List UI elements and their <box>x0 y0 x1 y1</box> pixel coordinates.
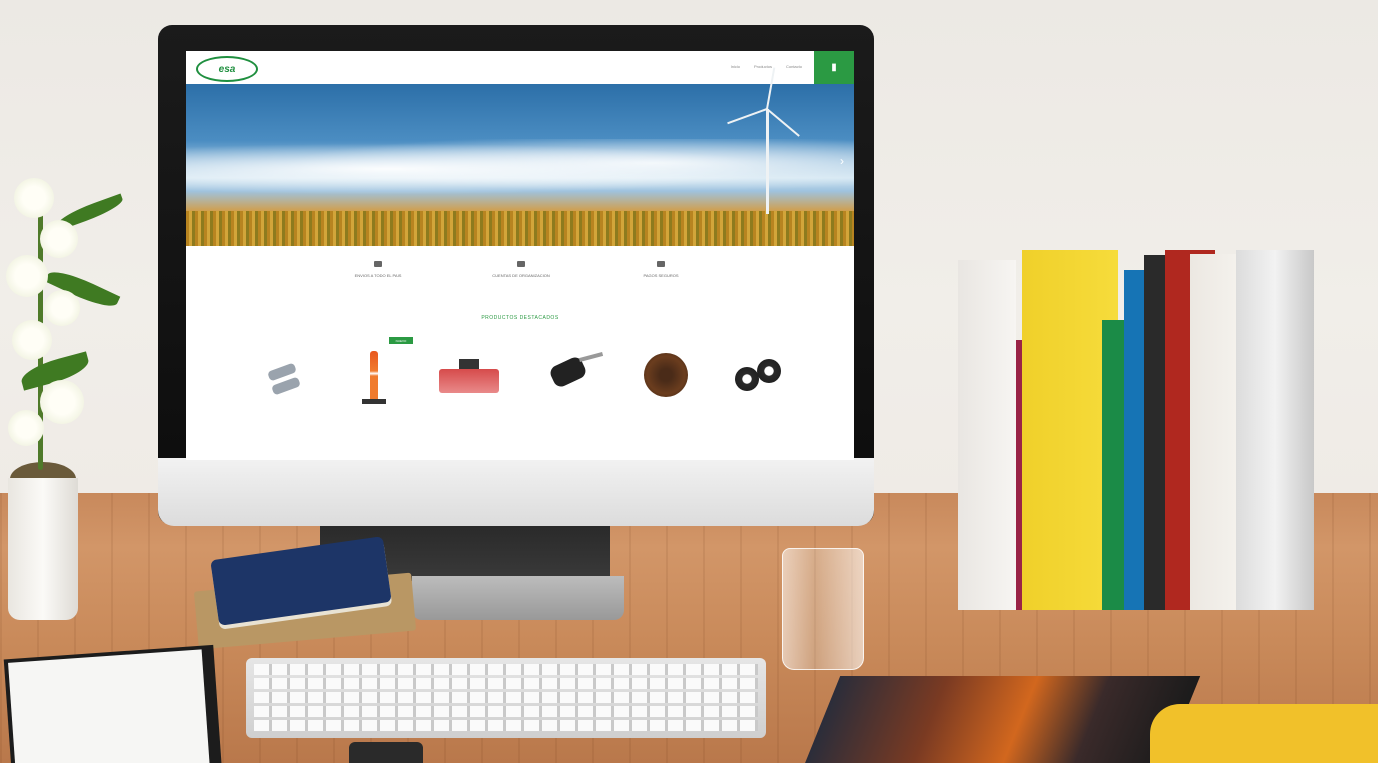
product-image <box>729 347 789 407</box>
cart-button[interactable]: ▮ <box>814 51 854 84</box>
keyboard-keys <box>254 664 758 732</box>
orchid-flower <box>6 255 48 297</box>
site-logo[interactable]: esa <box>196 56 258 82</box>
feature-title: PAGOS SEGUROS <box>643 273 679 278</box>
water-glass <box>782 548 864 670</box>
orchid-flower <box>12 320 52 360</box>
site-navbar: esa Inicio Productos Contacto ▮ <box>186 51 854 84</box>
website-screen: esa Inicio Productos Contacto ▮ › ENVIOS… <box>186 51 854 460</box>
product-card[interactable] <box>421 341 517 453</box>
feature-item: CUENTAS DE ORGANIZACION <box>466 261 576 278</box>
product-card[interactable] <box>711 341 807 453</box>
feature-title: CUENTAS DE ORGANIZACION <box>492 273 550 278</box>
book <box>1236 250 1314 610</box>
orchid-flower <box>44 290 80 326</box>
product-image <box>634 347 694 407</box>
orchid-flower <box>8 410 44 446</box>
nav-link-contacto[interactable]: Contacto <box>786 64 802 69</box>
magazine-yellow-page <box>1150 704 1378 763</box>
orchid-flower <box>40 380 84 424</box>
feature-item: PAGOS SEGUROS <box>606 261 716 278</box>
product-name <box>616 415 712 427</box>
wind-turbine <box>766 109 769 214</box>
feature-item: ENVIOS A TODO EL PAIS <box>323 261 433 278</box>
product-name <box>521 415 617 427</box>
hero-banner: › <box>186 67 854 246</box>
cart-icon: ▮ <box>831 62 837 73</box>
turbine-blade <box>766 108 800 137</box>
feature-strip: ENVIOS A TODO EL PAIS CUENTAS DE ORGANIZ… <box>186 261 854 301</box>
book <box>958 260 1016 610</box>
feature-title: ENVIOS A TODO EL PAIS <box>354 273 402 278</box>
clipboard-paper <box>8 649 210 763</box>
magazine <box>799 676 1201 763</box>
product-image <box>344 347 404 407</box>
hero-clouds <box>186 139 854 199</box>
orchid-flower <box>40 220 78 258</box>
hero-field <box>186 211 854 246</box>
product-name <box>236 415 332 427</box>
product-image <box>439 347 499 407</box>
plant-pot <box>8 478 78 620</box>
orchid-flower <box>14 178 54 218</box>
section-title: PRODUCTOS DESTACADOS <box>481 315 559 321</box>
smartphone <box>349 742 423 763</box>
product-name <box>421 415 517 427</box>
product-name <box>326 415 422 427</box>
desk-scene: esa Inicio Productos Contacto ▮ › ENVIOS… <box>0 0 1378 763</box>
nav-link-productos[interactable]: Productos <box>754 64 772 69</box>
nav-link-inicio[interactable]: Inicio <box>731 64 740 69</box>
product-card[interactable] <box>521 341 617 453</box>
lock-icon <box>657 261 665 267</box>
chevron-right-icon[interactable]: › <box>840 154 844 168</box>
product-card[interactable] <box>616 341 712 453</box>
monitor-stand <box>412 576 624 620</box>
building-icon <box>517 261 525 267</box>
product-image <box>254 347 314 407</box>
product-card[interactable] <box>236 341 332 453</box>
monitor-chin <box>158 458 874 526</box>
product-image <box>539 347 604 407</box>
product-name <box>711 415 807 427</box>
product-card[interactable] <box>326 341 422 453</box>
nav-links: Inicio Productos Contacto <box>731 64 802 69</box>
truck-icon <box>374 261 382 267</box>
turbine-blade <box>727 108 768 125</box>
